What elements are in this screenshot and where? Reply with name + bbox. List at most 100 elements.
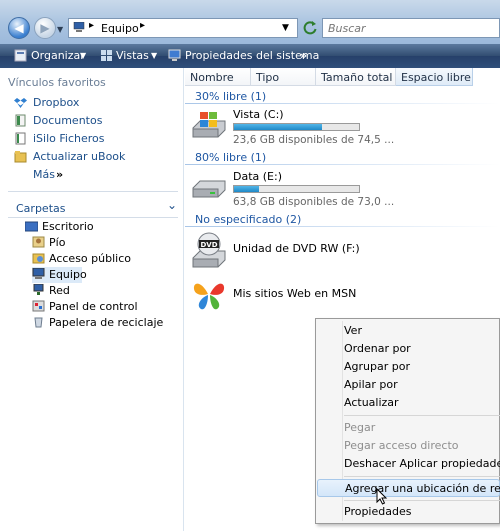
arrow-left-icon: ◀ (14, 21, 24, 35)
divider (8, 217, 178, 218)
organize-button[interactable]: Organizar (31, 49, 85, 62)
msn-sites-item[interactable]: Mis sitios Web en MSN (185, 273, 485, 313)
folders-header[interactable]: Carpetas ⌄ (0, 198, 183, 217)
menu-label: Agrupar por (344, 360, 410, 373)
chevron-down-icon[interactable]: ▼ (282, 23, 289, 33)
group-divider (185, 103, 500, 104)
menu-label: Deshacer Aplicar propiedades (344, 457, 500, 470)
organize-icon (14, 49, 27, 62)
recycle-bin-icon (34, 317, 43, 328)
views-button[interactable]: Vistas (116, 49, 149, 62)
menu-label: Propiedades (344, 505, 412, 518)
column-header-nombre[interactable]: Nombre (185, 68, 251, 86)
tree-label: Escritorio (42, 220, 94, 233)
dropbox-icon (14, 98, 27, 108)
recent-pages-dropdown[interactable]: ▼ (57, 25, 63, 34)
network-icon (33, 284, 44, 295)
back-button[interactable]: ◀ (8, 17, 30, 39)
public-folder-icon (32, 253, 45, 264)
tree-item-escritorio[interactable]: Escritorio (25, 219, 175, 235)
column-header-tipo[interactable]: Tipo (251, 68, 316, 86)
menu-item-ver[interactable]: Ver (317, 322, 500, 340)
tree-item-papelera[interactable]: Papelera de reciclaje (32, 315, 175, 331)
dvd-drive-item[interactable]: DVD Unidad de DVD RW (F:) (185, 230, 485, 270)
tree-label: Pío (49, 236, 66, 249)
group-header[interactable]: No especificado (2) (195, 213, 301, 226)
divider (8, 191, 178, 192)
forward-button[interactable]: ▶ (34, 17, 56, 39)
drive-usage-bar (233, 185, 360, 193)
tree-label: Acceso público (49, 252, 131, 265)
address-bar: ◀ ▶ ▼ ▸ Equipo ▸ ▼ Buscar (0, 0, 500, 44)
tree-label: Red (49, 284, 70, 297)
address-field[interactable]: ▸ Equipo ▸ ▼ (68, 18, 298, 38)
column-header-espacio-libre[interactable]: Espacio libre (396, 68, 473, 86)
hard-drive-icon (192, 180, 226, 198)
breadcrumb-separator[interactable]: ▸ (140, 20, 145, 31)
context-menu: Ver Ordenar por Agrupar por Apilar por A… (315, 318, 500, 524)
mouse-cursor-icon (376, 488, 388, 505)
documents-icon (15, 114, 26, 127)
more-label: Más (33, 168, 55, 181)
desktop-icon (25, 221, 38, 232)
column-label: Nombre (190, 71, 234, 84)
menu-item-agregar-ubicacion-de-red[interactable]: Agregar una ubicación de red (317, 479, 500, 497)
favorite-label: Documentos (33, 114, 103, 127)
menu-label: Pegar acceso directo (344, 439, 459, 452)
menu-item-agrupar-por[interactable]: Agrupar por (317, 358, 500, 376)
more-commands-button[interactable]: » (300, 49, 307, 62)
folders-header-label: Carpetas (16, 202, 66, 215)
chevron-down-icon[interactable]: ▼ (80, 51, 86, 60)
drive-free-space: 63,8 GB disponibles de 73,0 ... (233, 196, 395, 208)
menu-item-pegar[interactable]: Pegar (317, 419, 500, 437)
drive-name: Data (E:) (233, 170, 283, 183)
tree-item-pio[interactable]: Pío (32, 235, 175, 251)
column-label: Tipo (256, 71, 280, 84)
search-placeholder: Buscar (328, 22, 366, 35)
user-folder-icon (32, 236, 45, 248)
group-divider (185, 164, 500, 165)
tree-item-acceso-publico[interactable]: Acceso público (32, 251, 175, 267)
menu-item-deshacer[interactable]: Deshacer Aplicar propiedades (317, 455, 500, 473)
favorite-label: Actualizar uBook (33, 150, 126, 163)
menu-label: Apilar por (344, 378, 398, 391)
drive-usage-bar (233, 123, 360, 131)
dvd-drive-icon: DVD (192, 232, 226, 268)
search-input[interactable]: Buscar (322, 18, 500, 38)
menu-separator (344, 500, 500, 501)
tree-item-panel-de-control[interactable]: Panel de control (32, 299, 175, 315)
breadcrumb-separator[interactable]: ▸ (89, 20, 94, 31)
drive-item-c[interactable]: Vista (C:) 23,6 GB disponibles de 74,5 .… (185, 106, 485, 146)
group-header[interactable]: 30% libre (1) (195, 90, 266, 103)
refresh-icon[interactable] (302, 20, 318, 36)
computer-icon (73, 22, 85, 32)
tree-item-equipo[interactable]: Equipo (32, 267, 87, 283)
item-name: Mis sitios Web en MSN (233, 287, 357, 300)
favorite-label: Dropbox (33, 96, 80, 109)
isilo-icon (15, 132, 26, 145)
menu-separator (344, 476, 500, 477)
chevron-down-icon[interactable]: ⌄ (167, 198, 177, 212)
control-panel-icon (32, 300, 45, 312)
chevron-down-icon[interactable]: ▼ (151, 51, 157, 60)
tree-label: Equipo (49, 268, 87, 281)
dvd-badge: DVD (200, 241, 217, 249)
arrow-right-icon: ▶ (40, 21, 50, 35)
drive-item-e[interactable]: Data (E:) 63,8 GB disponibles de 73,0 ..… (185, 168, 485, 208)
menu-item-pegar-acceso-directo[interactable]: Pegar acceso directo (317, 437, 500, 455)
tree-item-red[interactable]: Red (32, 283, 175, 299)
drive-name: Vista (C:) (233, 108, 284, 121)
menu-item-ordenar-por[interactable]: Ordenar por (317, 340, 500, 358)
breadcrumb-equipo[interactable]: Equipo (101, 22, 139, 35)
drive-free-space: 23,6 GB disponibles de 74,5 ... (233, 134, 395, 146)
drive-usage-fill (234, 124, 322, 130)
menu-item-propiedades[interactable]: Propiedades (317, 503, 500, 521)
computer-icon (32, 268, 45, 279)
group-header[interactable]: 80% libre (1) (195, 151, 266, 164)
column-header-tamano-total[interactable]: Tamaño total (316, 68, 396, 86)
favorites-header: Vínculos favoritos (8, 76, 106, 89)
system-properties-icon (168, 49, 181, 61)
menu-item-apilar-por[interactable]: Apilar por (317, 376, 500, 394)
folder-icon (14, 151, 27, 163)
menu-item-actualizar[interactable]: Actualizar (317, 394, 500, 412)
